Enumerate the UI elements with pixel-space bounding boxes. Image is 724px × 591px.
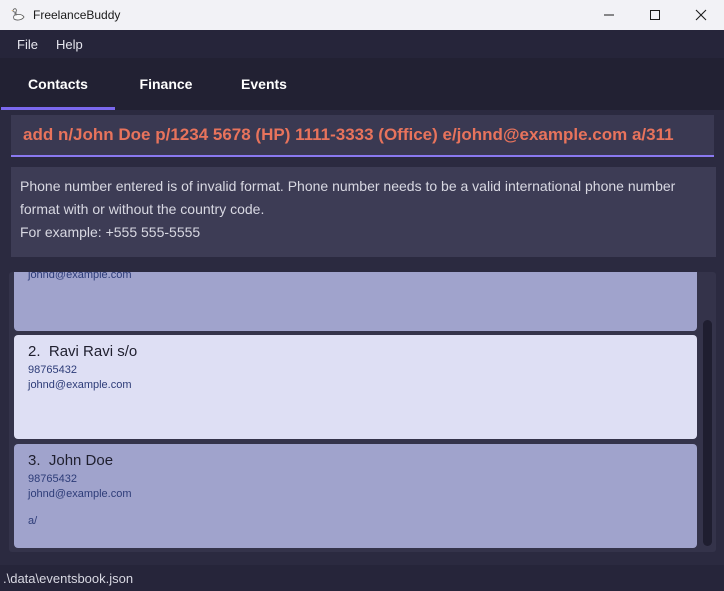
tab-contacts[interactable]: Contacts xyxy=(1,58,115,110)
goose-icon xyxy=(9,6,27,24)
contact-name: 2. Ravi Ravi s/o xyxy=(28,343,683,360)
contact-email: johnd@example.com xyxy=(28,272,132,281)
contact-email: johnd@example.com xyxy=(28,488,132,500)
contact-address: a/ xyxy=(28,515,38,527)
contact-name: 3. John Doe xyxy=(28,452,683,469)
contact-name-text: John Doe xyxy=(48,452,114,469)
menu-bar: File Help xyxy=(0,30,724,58)
command-input[interactable]: add n/John Doe p/1234 5678 (HP) 1111-333… xyxy=(11,115,714,157)
status-bar: .\data\eventsbook.json xyxy=(0,565,724,591)
title-bar: FreelanceBuddy xyxy=(0,0,724,30)
tab-events[interactable]: Events xyxy=(222,58,306,110)
list-scrollbar[interactable] xyxy=(703,320,712,546)
contact-card-partial[interactable]: johnd@example.com xyxy=(14,272,697,331)
contact-index: 2. xyxy=(28,343,41,360)
contact-phone: 98765432 xyxy=(28,364,77,376)
tab-bar: Contacts Finance Events xyxy=(0,58,724,110)
contact-list[interactable]: johnd@example.com 2. Ravi Ravi s/o 98765… xyxy=(9,272,716,552)
menu-file[interactable]: File xyxy=(8,37,47,52)
result-display: Phone number entered is of invalid forma… xyxy=(11,167,716,257)
contact-card[interactable]: 2. Ravi Ravi s/o 98765432 johnd@example.… xyxy=(14,335,697,439)
maximize-icon[interactable] xyxy=(632,0,678,30)
contact-email: johnd@example.com xyxy=(28,379,132,391)
contact-index: 3. xyxy=(28,452,41,469)
contact-card[interactable]: 3. John Doe 98765432 johnd@example.com a… xyxy=(14,444,697,548)
close-icon[interactable] xyxy=(678,0,724,30)
contact-phone: 98765432 xyxy=(28,473,77,485)
result-message: Phone number entered is of invalid forma… xyxy=(20,178,676,217)
contact-name-text: Ravi Ravi s/o xyxy=(48,343,138,360)
menu-help[interactable]: Help xyxy=(47,37,92,52)
status-file-path: .\data\eventsbook.json xyxy=(3,570,134,586)
result-example: For example: +555 555-5555 xyxy=(20,224,201,240)
tab-finance[interactable]: Finance xyxy=(122,58,210,110)
window-title: FreelanceBuddy xyxy=(33,8,121,22)
minimize-icon[interactable] xyxy=(586,0,632,30)
command-input-value: add n/John Doe p/1234 5678 (HP) 1111-333… xyxy=(23,125,674,144)
